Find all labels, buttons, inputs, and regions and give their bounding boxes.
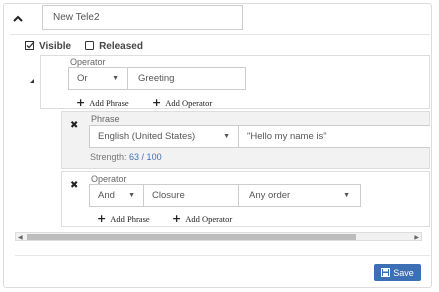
root-operator-name-input[interactable]: Greeting	[127, 67, 246, 90]
child-add-operator-button[interactable]: + Add Operator	[172, 212, 232, 225]
root-operator-select[interactable]: Or ▼	[68, 67, 128, 90]
plus-icon: +	[76, 96, 86, 109]
scroll-left-arrow-icon[interactable]: ◀	[18, 234, 23, 241]
divider	[15, 255, 430, 256]
chevron-up-icon	[13, 15, 23, 22]
floppy-disk-icon	[381, 268, 391, 277]
child-operator-name-input[interactable]: Closure	[143, 184, 239, 207]
root-add-phrase-button[interactable]: + Add Phrase	[76, 96, 129, 109]
child-operator-name-value: Closure	[152, 190, 185, 201]
plus-icon: +	[152, 96, 162, 109]
phrase-text-value: "Hello my name is"	[247, 131, 327, 142]
plus-icon: +	[172, 212, 182, 225]
remove-phrase-button[interactable]: ✖	[70, 120, 78, 131]
strength-label: Strength:	[90, 152, 127, 162]
triangle-icon	[30, 79, 34, 83]
root-add-operator-button[interactable]: + Add Operator	[152, 96, 212, 109]
root-operator-name-value: Greeting	[138, 73, 175, 84]
phrase-strength: Strength: 63 / 100	[90, 152, 162, 162]
horizontal-scrollbar[interactable]: ◀ ▶	[15, 232, 422, 241]
caret-down-icon: ▼	[223, 133, 230, 140]
plus-icon: +	[97, 212, 107, 225]
collapse-button[interactable]	[10, 10, 26, 26]
phrase-text-input[interactable]: "Hello my name is"	[238, 125, 430, 148]
checked-box-icon	[25, 41, 35, 50]
child-order-select[interactable]: Any order ▼	[238, 184, 361, 207]
toggle-row: Visible Released	[25, 40, 143, 52]
root-add-operator-label: Add Operator	[165, 97, 213, 108]
released-label: Released	[99, 40, 143, 52]
root-collapse-arrow[interactable]	[29, 76, 37, 84]
child-operator-label: Operator	[91, 174, 127, 184]
visible-label: Visible	[39, 40, 72, 52]
scrollbar-thumb[interactable]	[27, 234, 356, 240]
remove-operator-button[interactable]: ✖	[70, 180, 78, 191]
child-operator-select[interactable]: And ▼	[89, 184, 144, 207]
save-button[interactable]: Save	[374, 264, 421, 281]
visible-checkbox[interactable]: Visible	[25, 41, 71, 52]
child-add-phrase-button[interactable]: + Add Phrase	[97, 212, 150, 225]
phrase-label: Phrase	[91, 114, 120, 124]
strength-value: 63 / 100	[129, 152, 162, 162]
caret-down-icon: ▼	[128, 192, 135, 199]
unchecked-box-icon	[85, 41, 95, 50]
divider	[10, 34, 430, 35]
name-input[interactable]: New Tele2	[42, 5, 243, 30]
phrase-language-select[interactable]: English (United States) ▼	[89, 125, 239, 148]
root-operator-value: Or	[77, 73, 88, 84]
phrase-language-value: English (United States)	[98, 131, 196, 142]
child-add-operator-label: Add Operator	[185, 213, 233, 224]
save-label: Save	[393, 267, 414, 278]
caret-down-icon: ▼	[343, 192, 350, 199]
child-order-value: Any order	[249, 190, 291, 201]
root-operator-label: Operator	[70, 57, 106, 67]
child-operator-value: And	[98, 190, 115, 201]
caret-down-icon: ▼	[112, 75, 119, 82]
root-add-phrase-label: Add Phrase	[89, 97, 129, 108]
released-checkbox[interactable]: Released	[85, 41, 143, 52]
child-add-phrase-label: Add Phrase	[110, 213, 150, 224]
scroll-right-arrow-icon[interactable]: ▶	[414, 234, 419, 241]
